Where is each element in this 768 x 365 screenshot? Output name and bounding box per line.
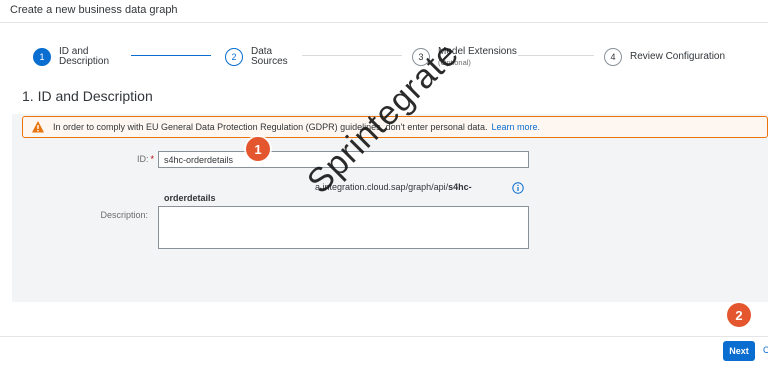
- step-number: 2: [225, 48, 243, 66]
- warning-icon: [31, 120, 45, 134]
- step-label-line2: Description: [59, 56, 110, 67]
- annotation-marker-2: 2: [727, 303, 751, 327]
- wizard-progress: 1 ID and Description 2 Data Sources 3 Mo…: [0, 23, 768, 81]
- warning-text: In order to comply with EU General Data …: [53, 122, 488, 132]
- wizard-connector: [302, 55, 402, 56]
- step-number: 1: [33, 48, 51, 66]
- annotation-marker-1: 1: [246, 137, 270, 161]
- required-marker: *: [150, 154, 154, 164]
- cancel-button-partial[interactable]: C: [763, 345, 768, 355]
- wizard-connector: [518, 55, 594, 56]
- step-label-line2: Sources: [251, 56, 288, 67]
- url-hint-id-part: s4hc-: [448, 182, 472, 192]
- step-label: Review Configuration: [630, 52, 725, 62]
- description-label: Description:: [100, 210, 148, 220]
- wizard-connector: [131, 55, 211, 56]
- section-title: 1. ID and Description: [22, 88, 153, 104]
- footer-bar: Next C: [0, 336, 768, 365]
- id-label: ID: *: [100, 154, 154, 164]
- step-label: Data Sources: [251, 47, 288, 67]
- wizard-step-4[interactable]: 4 Review Configuration: [604, 45, 725, 69]
- info-icon[interactable]: [512, 182, 524, 194]
- url-hint-id-continued: orderdetails: [164, 193, 216, 203]
- id-label-text: ID:: [136, 154, 149, 164]
- step-label: ID and Description: [59, 47, 109, 67]
- learn-more-link[interactable]: Learn more.: [491, 122, 540, 132]
- description-input[interactable]: [158, 206, 529, 249]
- window-title: Create a new business data graph: [10, 4, 178, 16]
- step-number: 4: [604, 48, 622, 66]
- next-button[interactable]: Next: [723, 341, 755, 361]
- wizard-step-1[interactable]: 1 ID and Description: [33, 45, 109, 69]
- window-titlebar: Create a new business data graph: [0, 0, 768, 23]
- step-label-line1: Review Configuration: [630, 51, 726, 62]
- wizard-step-2[interactable]: 2 Data Sources: [225, 45, 288, 69]
